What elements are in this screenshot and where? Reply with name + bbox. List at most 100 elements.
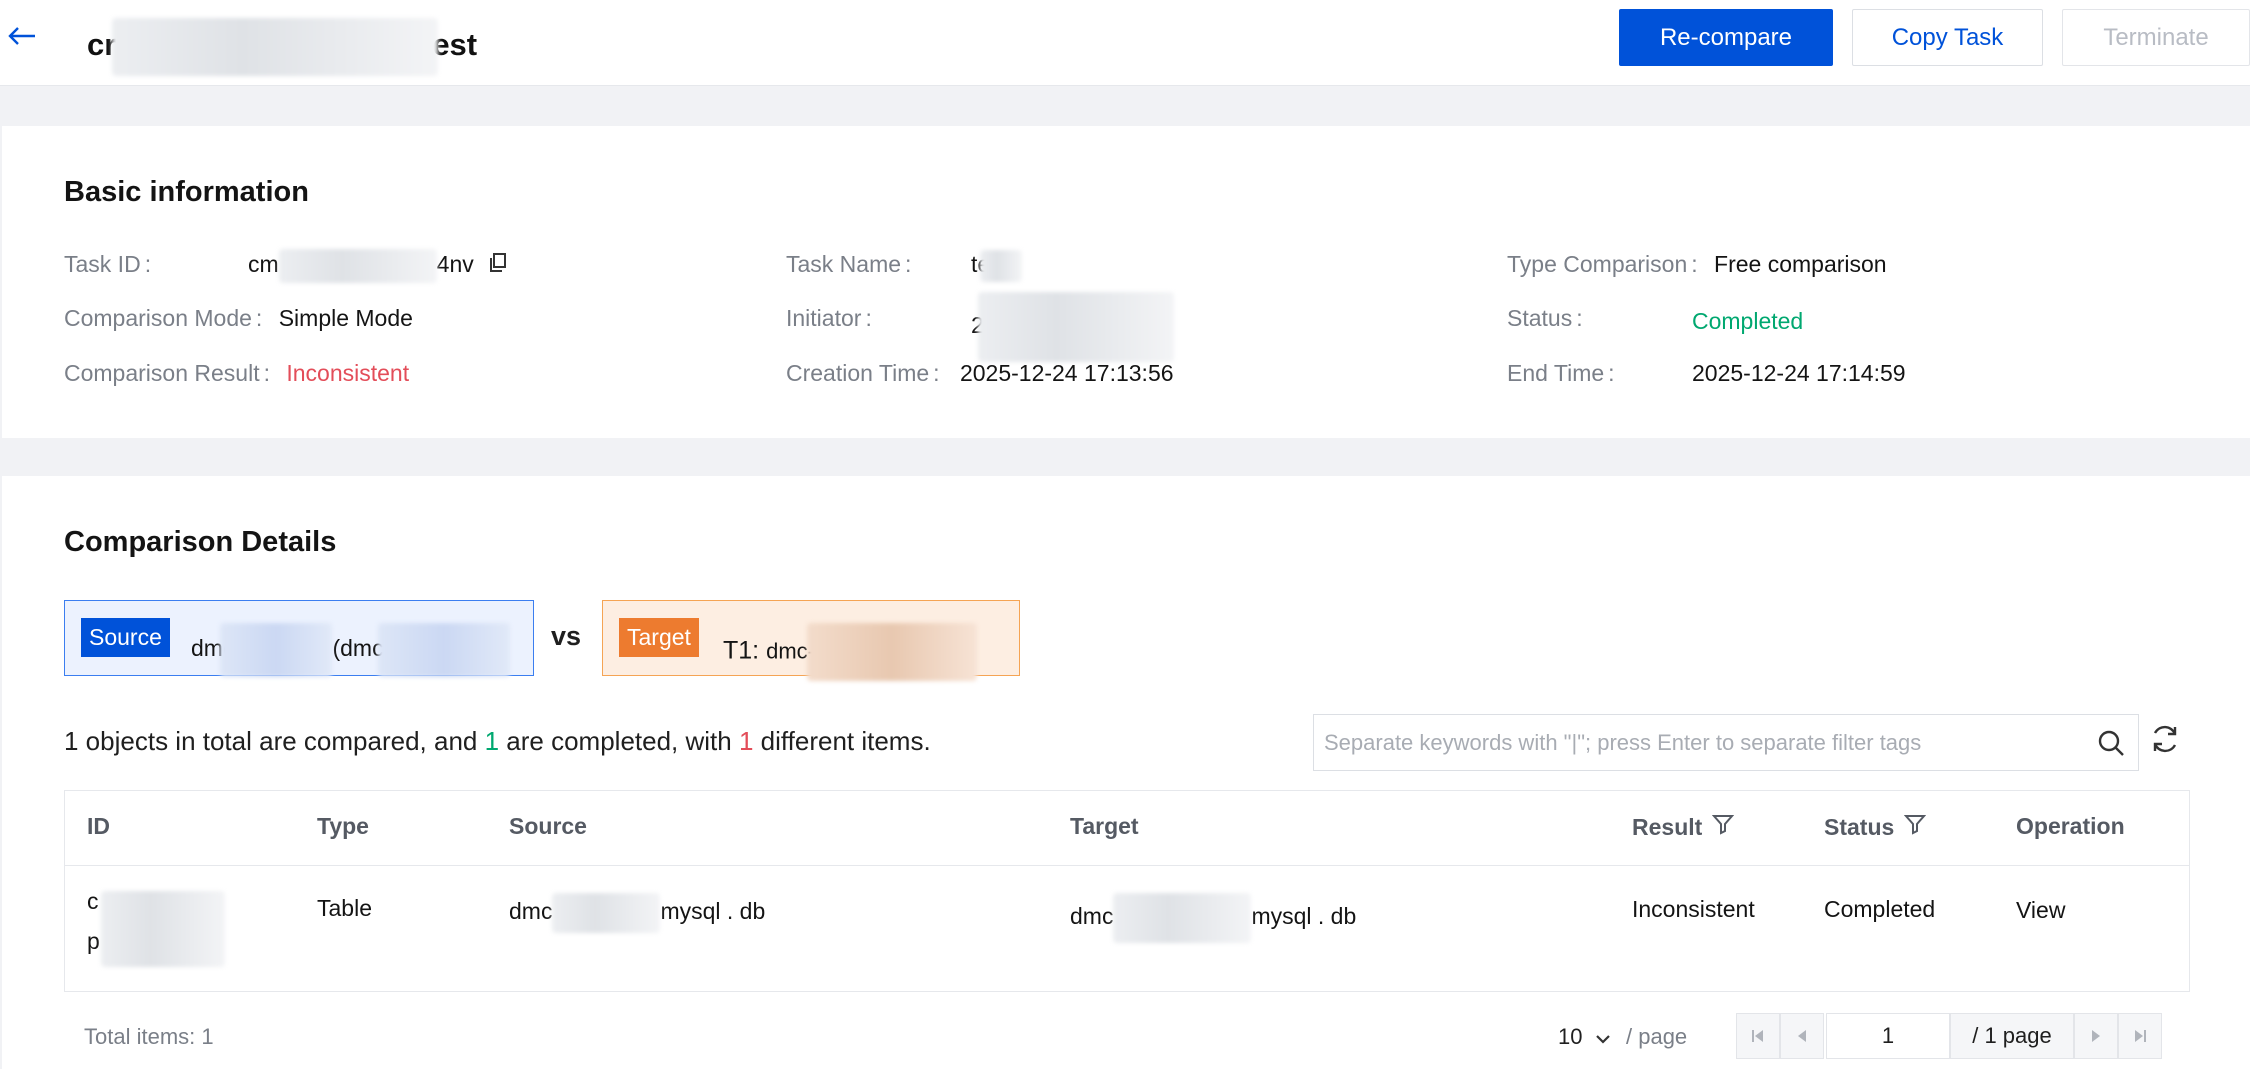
target-box: Target T1: dmc- <box>602 600 1020 681</box>
status-label: Status <box>1507 305 1573 331</box>
redacted-task-name <box>980 249 1023 282</box>
summary-part-b: are completed, with <box>499 726 739 756</box>
type-comparison-label: Type Comparison <box>1507 251 1688 277</box>
source-value: dmc (dmc <box>191 623 510 677</box>
colon: : <box>1608 360 1615 386</box>
terminate-button[interactable]: Terminate <box>2062 9 2250 66</box>
colon: : <box>1576 305 1583 331</box>
comparison-result-field: Comparison Result: Inconsistent <box>64 358 409 388</box>
redacted-target <box>806 623 977 681</box>
back-arrow-icon[interactable] <box>4 16 40 56</box>
column-result: Result <box>1632 813 1735 841</box>
result-filter-icon[interactable] <box>1712 813 1735 841</box>
column-type-label: Type <box>317 813 369 839</box>
colon: : <box>905 251 912 277</box>
page-title-suffix: est <box>432 27 478 63</box>
comparison-details-card: Comparison Details Source dmc (dmc vs Tar… <box>2 476 2250 1069</box>
task-name-value: te <box>971 249 1023 282</box>
page-header: cr est Re-compare Copy Task Terminate <box>0 0 2250 86</box>
column-target-label: Target <box>1070 813 1139 839</box>
status-value: Completed <box>1692 308 1804 334</box>
colon: : <box>255 305 263 331</box>
search-icon[interactable] <box>2096 728 2126 763</box>
row-id-line1: c <box>87 888 99 914</box>
per-page-label: / page <box>1626 1024 1688 1049</box>
end-time-value: 2025-12-24 17:14:59 <box>1692 360 1906 386</box>
column-status: Status <box>1824 813 1927 841</box>
task-id-field: Task ID: <box>64 249 151 279</box>
redacted-source-a <box>220 623 333 677</box>
end-time-field: End Time: <box>1507 358 1615 388</box>
creation-time-value: 2025-12-24 17:13:56 <box>959 360 1174 386</box>
summary-different-count: 1 <box>738 726 754 756</box>
prev-page-icon[interactable] <box>1780 1013 1824 1059</box>
first-page-icon[interactable] <box>1736 1013 1780 1059</box>
view-link[interactable]: View <box>2016 895 2065 925</box>
redacted-source-b <box>377 623 510 677</box>
column-source-label: Source <box>509 813 587 839</box>
source-tag: Source <box>81 618 170 657</box>
colon: : <box>933 360 940 386</box>
comparison-result-label: Comparison Result <box>64 360 260 386</box>
row-target: dmc mysql . db <box>1070 893 1356 943</box>
search-box <box>1313 714 2139 771</box>
initiator-label: Initiator <box>786 305 862 331</box>
column-result-label: Result <box>1632 813 1703 840</box>
next-page-icon[interactable] <box>2074 1013 2118 1059</box>
refresh-icon[interactable] <box>2148 722 2182 761</box>
last-page-icon[interactable] <box>2118 1013 2162 1059</box>
comparison-details-title: Comparison Details <box>64 526 337 558</box>
row-type: Table <box>317 895 372 921</box>
source-mid: (dmc <box>332 635 384 662</box>
row-source-prefix: dmc <box>509 898 553 925</box>
task-id-value: cm 4nv <box>248 249 508 283</box>
column-status-label: Status <box>1824 813 1895 840</box>
basic-information-card: Basic information Task ID: cm 4nv Task Na… <box>2 126 2250 438</box>
target-tag: Target <box>619 618 699 657</box>
basic-information-title: Basic information <box>64 176 309 208</box>
summary-part-c: different items. <box>753 726 931 756</box>
recompare-button[interactable]: Re-compare <box>1619 9 1833 66</box>
chevron-down-icon <box>1595 1025 1611 1051</box>
redacted-row-id <box>101 891 225 967</box>
task-id-prefix: cm <box>248 251 279 278</box>
summary-part-a: 1 objects in total are compared, and <box>64 726 485 756</box>
initiator-field: Initiator: <box>786 303 872 333</box>
end-time-label: End Time <box>1507 360 1605 386</box>
status-filter-icon[interactable] <box>1904 813 1927 841</box>
page-size-value: 10 <box>1558 1024 1583 1049</box>
initiator-value: 2 <box>971 292 1174 362</box>
total-pages-label: / 1 page <box>1950 1013 2074 1059</box>
comparison-mode-label: Comparison Mode <box>64 305 252 331</box>
column-id-label: ID <box>87 813 110 839</box>
total-items: Total items: 1 <box>84 1024 214 1049</box>
colon: : <box>1691 251 1698 277</box>
redacted-title <box>112 18 439 76</box>
task-name-label: Task Name <box>786 251 902 277</box>
row-id-line2: p <box>87 928 100 954</box>
page-number-input[interactable]: 1 <box>1826 1013 1950 1059</box>
type-comparison-value: Free comparison <box>1714 251 1887 277</box>
copy-icon[interactable] <box>488 251 508 281</box>
creation-time-field: Creation Time: 2025-12-24 17:13:56 <box>786 358 1174 388</box>
page-size-select[interactable]: 10 <box>1558 1024 1611 1051</box>
colon: : <box>865 305 872 331</box>
target-value: T1: dmc- <box>723 623 977 681</box>
search-input[interactable] <box>1324 715 2064 770</box>
row-source-suffix: mysql . db <box>660 898 766 925</box>
comparison-summary: 1 objects in total are compared, and 1 a… <box>64 726 931 757</box>
status-field: Status: <box>1507 303 1583 333</box>
creation-time-label: Creation Time <box>786 360 930 386</box>
redacted-initiator <box>977 292 1174 362</box>
row-source: dmc mysql . db <box>509 893 765 933</box>
column-type: Type <box>317 813 369 840</box>
copy-task-button[interactable]: Copy Task <box>1852 9 2043 66</box>
row-id: c p <box>87 886 100 956</box>
column-id: ID <box>87 813 110 840</box>
vs-label: vs <box>551 621 582 651</box>
column-target: Target <box>1070 813 1139 840</box>
redacted-row-source <box>552 893 661 933</box>
task-name-field: Task Name: <box>786 249 911 279</box>
table-header: ID Type Source Target Result Status Oper… <box>64 790 2190 866</box>
row-status: Completed <box>1824 896 1936 922</box>
